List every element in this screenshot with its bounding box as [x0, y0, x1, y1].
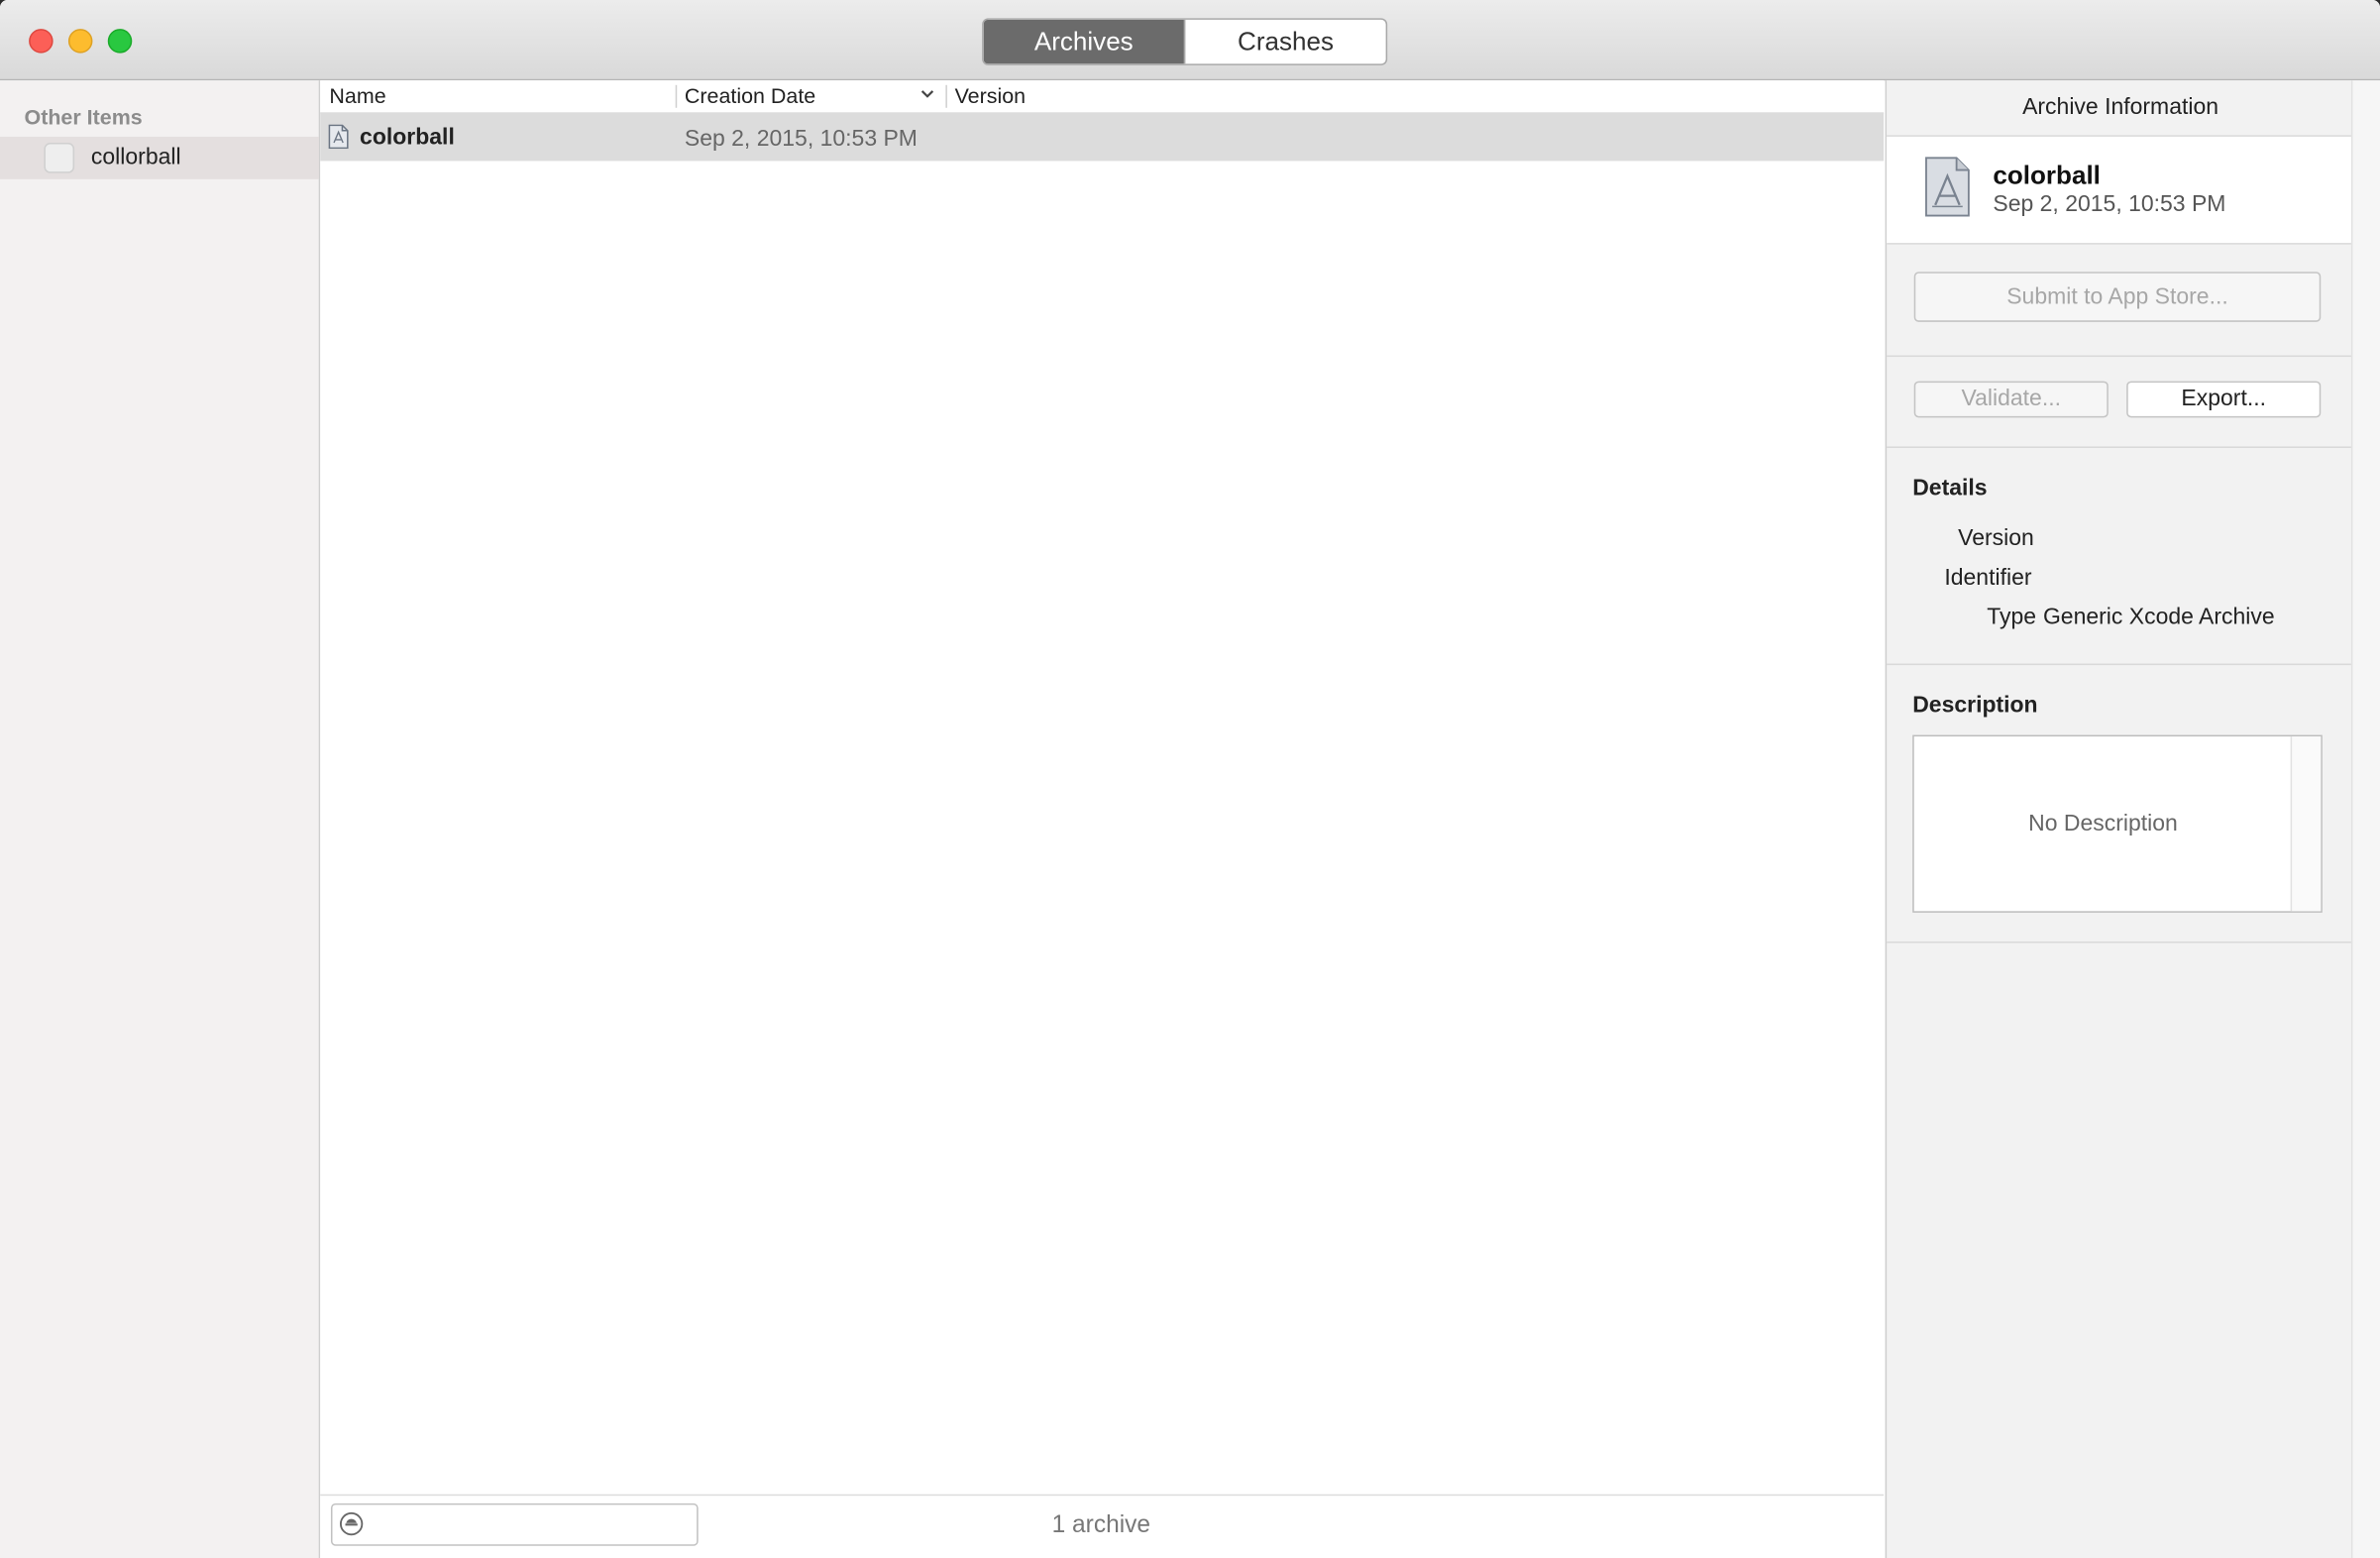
details-heading: Details — [1912, 475, 1988, 501]
bottom-bar: 1 archive — [320, 1494, 1885, 1558]
export-button[interactable]: Export... — [2126, 381, 2322, 418]
sidebar-item-collorball[interactable]: collorball — [0, 136, 319, 179]
archive-count: 1 archive — [1051, 1512, 1151, 1539]
archive-date: Sep 2, 2015, 10:53 PM — [1993, 191, 2226, 218]
table-header: Name Creation Date Version — [320, 80, 1885, 114]
app-icon — [44, 143, 75, 173]
column-divider[interactable] — [675, 84, 678, 108]
inspector-scrollbar[interactable] — [2350, 80, 2380, 1558]
filter-icon[interactable] — [339, 1511, 365, 1537]
zoom-window-button[interactable] — [107, 29, 133, 54]
sidebar-item-label: collorball — [90, 144, 181, 170]
validate-button[interactable]: Validate... — [1913, 381, 2109, 418]
filter-field[interactable] — [330, 1502, 699, 1546]
divider — [1887, 663, 2354, 666]
row-creation-date: Sep 2, 2015, 10:53 PM — [684, 126, 918, 153]
column-header-version[interactable]: Version — [955, 83, 1027, 108]
column-divider[interactable] — [945, 84, 947, 108]
divider — [1887, 446, 2354, 448]
description-heading: Description — [1912, 692, 2038, 719]
organizer-window: Archives Crashes Other Items collorball … — [0, 0, 2380, 1558]
divider — [1887, 941, 2354, 944]
row-name: colorball — [360, 124, 455, 151]
titlebar: Archives Crashes — [0, 0, 2380, 81]
archive-summary: colorball Sep 2, 2015, 10:53 PM — [1887, 136, 2354, 245]
description-scrollbar[interactable] — [2290, 736, 2322, 912]
column-header-name[interactable]: Name — [329, 83, 385, 108]
close-window-button[interactable] — [29, 29, 54, 54]
divider — [1887, 355, 2354, 358]
detail-identifier-label: Identifier — [1944, 564, 2032, 592]
tab-archives[interactable]: Archives — [983, 19, 1184, 64]
detail-type-label: Type — [1987, 604, 2037, 630]
detail-type-value: Generic Xcode Archive — [2042, 604, 2275, 630]
detail-version-label: Version — [1958, 525, 2034, 552]
minimize-window-button[interactable] — [67, 29, 93, 54]
view-switcher: Archives Crashes — [982, 18, 1388, 65]
column-header-creation-date[interactable]: Creation Date — [685, 83, 815, 108]
chevron-down-icon[interactable] — [920, 85, 934, 103]
table-row[interactable]: colorball Sep 2, 2015, 10:53 PM — [320, 112, 1885, 162]
description-placeholder: No Description — [2028, 811, 2178, 837]
submit-to-app-store-button[interactable]: Submit to App Store... — [1913, 272, 2322, 322]
sidebar-heading: Other Items — [24, 104, 143, 130]
archive-icon — [328, 124, 349, 150]
inspector-panel: Archive Information colorball Sep 2, 201… — [1885, 80, 2354, 1558]
tab-crashes[interactable]: Crashes — [1183, 19, 1386, 64]
archives-table: Name Creation Date Version colorball Sep… — [320, 80, 1885, 1558]
sidebar: Other Items collorball — [0, 80, 321, 1558]
archive-document-icon — [1925, 157, 1970, 217]
inspector-title: Archive Information — [1887, 80, 2354, 137]
description-field[interactable]: No Description — [1912, 734, 2323, 913]
archive-name: colorball — [1993, 161, 2101, 190]
